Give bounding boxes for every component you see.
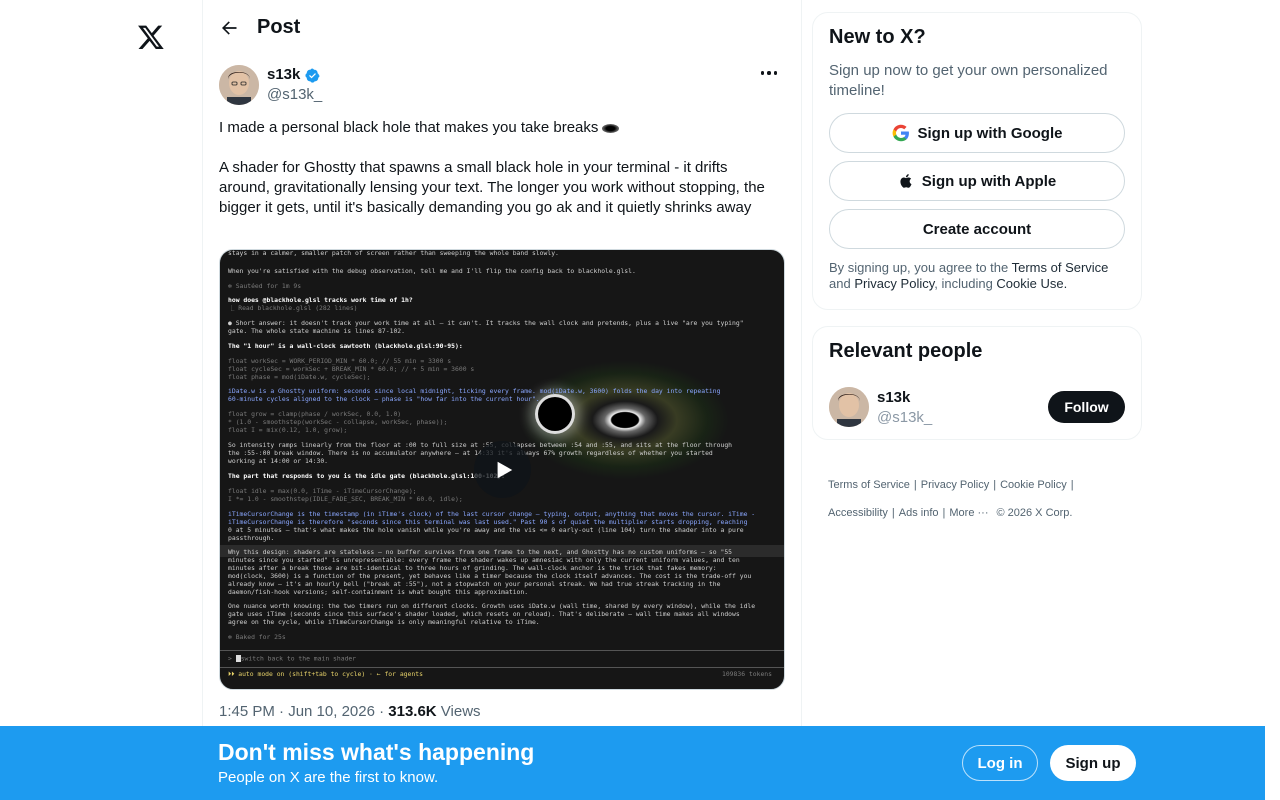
post-line-2: A shader for Ghostty that spawns a small…	[219, 159, 765, 216]
create-account-label: Create account	[922, 220, 1032, 238]
terminal-line: > switch back to the main shader	[228, 655, 357, 663]
terminal-line: ● Short answer: it doesn't track your wo…	[228, 320, 744, 327]
post-text: I made a personal black hole that makes …	[219, 118, 779, 238]
footer-cookie-link[interactable]: Cookie Policy	[1000, 479, 1067, 491]
signup-subtitle: Sign up now to get your own personalized…	[829, 62, 1108, 99]
verified-badge-icon	[305, 68, 320, 83]
avatar[interactable]	[219, 65, 259, 105]
legal-text: , including	[934, 276, 997, 291]
terminal-line: * (1.0 - smoothstep(workSec - collapse, …	[228, 419, 448, 426]
relevant-people-title: Relevant people	[829, 340, 983, 362]
terminal-line: ✻ Sautéed for 1m 9s	[228, 283, 302, 290]
column-divider	[801, 0, 802, 726]
terminal-line: float phase = mod(iDate.w, cycleSec);	[228, 374, 371, 381]
terminal-line: 60-minute cycles aligned to the clock — …	[228, 396, 540, 403]
terminal-line: stays in a calmer, smaller patch of scre…	[228, 250, 559, 257]
footer-accessibility-link[interactable]: Accessibility	[828, 507, 888, 519]
footer-links: Terms of Service | Privacy Policy | Cookie P…	[828, 479, 1074, 519]
terminal-line: gate. The whole state machine is lines 8…	[228, 328, 405, 335]
terminal-line: Why this design: shaders are stateless —…	[228, 549, 733, 556]
banner-subtitle: People on X are the first to know.	[218, 769, 439, 786]
post-line-1: I made a personal black hole that makes …	[219, 119, 599, 136]
terminal-line: gate uses iTime (seconds since this surf…	[228, 611, 740, 618]
person-handle[interactable]: @s13k_	[877, 409, 932, 427]
signup-banner: Don't miss what's happening People on X …	[0, 726, 1265, 800]
terminal-line: passthrough.	[228, 535, 275, 542]
signup-legal: By signing up, you agree to the Terms of…	[829, 260, 1129, 292]
author-name[interactable]: s13k	[267, 66, 300, 84]
signup-apple-button[interactable]: Sign up with Apple	[829, 161, 1125, 201]
footer-ads-link[interactable]: Ads info	[899, 507, 939, 519]
footer-privacy-link[interactable]: Privacy Policy	[921, 479, 989, 491]
view-count: 313.6K	[388, 703, 437, 720]
avatar[interactable]	[829, 387, 869, 427]
terminal-line: 0 at 5 minutes — that's what makes the h…	[228, 527, 744, 534]
terminal-line: float workSec = WORK_PERIOD_MIN * 60.0; …	[228, 358, 452, 365]
post-video[interactable]: stays in a calmer, smaller patch of scre…	[219, 249, 785, 690]
post-timestamp[interactable]: 1:45 PM · Jun 10, 2026 ·	[219, 703, 388, 720]
terminal-line: ⏵⏵ auto mode on (shift+tab to cycle) · ←…	[228, 671, 423, 678]
terminal-line: minutes after a break those are bit-iden…	[228, 565, 717, 572]
terminal-line: iTimeCursorChange is therefore "seconds …	[228, 519, 748, 526]
terminal-line: When you're satisfied with the debug obs…	[228, 268, 636, 275]
column-divider	[202, 0, 203, 726]
person-name[interactable]: s13k	[877, 389, 910, 407]
terminal-line: 109836 tokens	[721, 671, 772, 678]
author-handle[interactable]: @s13k_	[267, 86, 322, 104]
signup-button[interactable]: Sign up	[1050, 745, 1136, 781]
terminal-line: iDate.w is a Ghostty uniform: seconds si…	[228, 388, 721, 395]
signup-google-button[interactable]: Sign up with Google	[829, 113, 1125, 153]
terminal-line: float cycleSec = workSec + BREAK_MIN * 6…	[228, 366, 475, 373]
back-arrow-icon[interactable]	[219, 18, 239, 38]
signup-title: New to X?	[829, 26, 926, 48]
terminal-line: already know — it's an hourly bell ("bre…	[228, 581, 721, 588]
terminal-line: iTimeCursorChange is the timestamp (in i…	[228, 511, 756, 518]
login-button[interactable]: Log in	[962, 745, 1038, 781]
terminal-line: One nuance worth knowing: the two timers…	[228, 603, 756, 610]
more-options-icon[interactable]	[758, 64, 780, 82]
footer-more-link[interactable]: More ···	[949, 507, 988, 519]
copyright: © 2026 X Corp.	[996, 507, 1073, 519]
terminal-line: ✻ Baked for 25s	[228, 634, 286, 641]
x-logo-icon[interactable]	[137, 23, 165, 51]
post-meta: 1:45 PM · Jun 10, 2026 · 313.6K Views	[219, 703, 481, 721]
follow-button[interactable]: Follow	[1048, 391, 1125, 423]
play-button-icon[interactable]	[474, 441, 531, 498]
terminal-line: minutes since you started" is unrepresen…	[228, 557, 740, 564]
terminal-line: float grow = clamp(phase / workSec, 0.0,…	[228, 411, 402, 418]
footer-terms-link[interactable]: Terms of Service	[828, 479, 910, 491]
terms-link[interactable]: Terms of Service	[1012, 260, 1109, 275]
terminal-line: how does @blackhole.glsl tracks work tim…	[228, 297, 413, 304]
terminal-line: agree on the cycle, while iTimeCursorCha…	[228, 619, 540, 626]
relevant-people-card: Relevant people s13k @s13k_ Follow	[812, 326, 1142, 440]
google-icon	[892, 124, 909, 142]
signup-google-label: Sign up with Google	[917, 124, 1063, 142]
apple-icon	[900, 174, 912, 188]
cookie-link[interactable]: Cookie Use.	[996, 276, 1067, 291]
page-title: Post	[257, 16, 301, 38]
privacy-link[interactable]: Privacy Policy	[854, 276, 934, 291]
terminal-line: The "1 hour" is a wall-clock sawtooth (b…	[228, 343, 463, 350]
banner-title: Don't miss what's happening	[218, 739, 535, 765]
create-account-button[interactable]: Create account	[829, 209, 1125, 249]
signup-apple-label: Sign up with Apple	[921, 172, 1057, 190]
terminal-line: mod(clock, 3600) is a function of the pr…	[228, 573, 752, 580]
black-hole-emoji-icon	[602, 123, 620, 133]
legal-text: and	[829, 276, 855, 291]
legal-text: By signing up, you agree to the	[829, 260, 1012, 275]
views-label: Views	[436, 703, 481, 720]
signup-card: New to X? Sign up now to get your own pe…	[812, 12, 1142, 310]
terminal-line: ⎿ Read blackhole.glsl (282 lines)	[228, 305, 358, 312]
terminal-line: float I = mix(0.12, 1.0, grow);	[228, 427, 348, 434]
terminal-line: daemon/fish-hook versions; self-containm…	[228, 589, 529, 596]
